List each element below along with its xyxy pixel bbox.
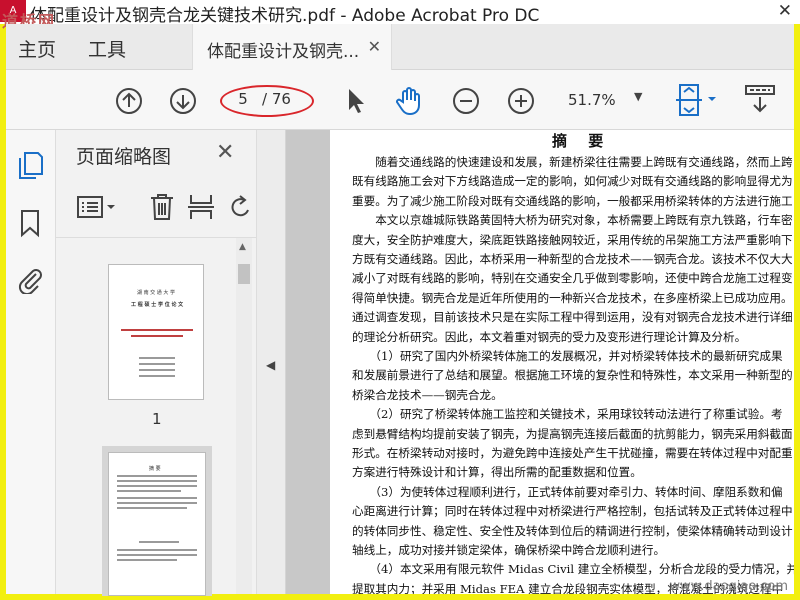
insert-page-icon[interactable] — [186, 192, 216, 222]
select-arrow-icon[interactable] — [344, 86, 368, 116]
thumbnail-options-icon[interactable] — [76, 194, 118, 220]
panel-collapse-strip[interactable]: ◀ — [256, 130, 286, 594]
abstract-line: 度大，安全防护难度大，梁底距铁路接触网较近，采用传统的吊架施工方法严重影响下 — [352, 232, 793, 247]
page-fit-icon[interactable] — [674, 82, 720, 118]
abstract-line: 方案进行特殊设计和计算，得出所需的配重数据和位置。 — [352, 465, 642, 480]
abstract-line: 虑到悬臂结构均提前安装了钢壳，为提高钢壳连接后截面的抗剪能力，钢壳采用斜截面 — [352, 426, 793, 441]
thumbnail-list: 湖 南 交 通 大 学 工 程 硕 士 学 位 论 文 1 摘 要 — [56, 238, 236, 596]
red-highlight-oval — [220, 85, 314, 117]
abstract-line: （3）为使转体过程顺利进行，正式转体前要对牵引力、转体时间、摩阻系数和偏 — [352, 484, 783, 499]
hand-tool-icon[interactable] — [394, 86, 426, 116]
delete-trash-icon[interactable] — [148, 192, 176, 222]
abstract-line: 本文以京雄城际铁路黄固特大桥为研究对象，本桥需要上跨既有京九铁路，行车密 — [352, 213, 793, 228]
watermark-bottom: www.daoqiao.com — [669, 579, 788, 594]
abstract-heading: 摘 要 — [552, 132, 612, 150]
abstract-line: 形式。在桥梁转动对接时，为避免跨中连接处产生干扰碰撞，需要在转体过程中对配重 — [352, 446, 793, 460]
toolbar: 5 / 76 51.7% ▼ — [6, 70, 794, 130]
thumbnail-panel: 页面缩略图 ✕ 湖 南 交 通 大 学 工 程 硕 士 学 位 论 文 1 摘 … — [56, 130, 256, 596]
zoom-out-icon[interactable] — [451, 86, 481, 116]
page-thumbnail-1[interactable]: 湖 南 交 通 大 学 工 程 硕 士 学 位 论 文 — [108, 264, 204, 400]
abstract-line: 的理论分析研究。因此，本文着重对钢壳的受力及变形进行理论计算及分析。 — [352, 329, 747, 344]
abstract-line: 桥梁合龙技术——钢壳合龙。 — [352, 387, 503, 402]
thumbnail-scrollbar[interactable]: ▲ — [236, 238, 252, 594]
thumbnail-toolbar — [56, 182, 256, 238]
abstract-line: 轴线上，成功对接并锁定梁体，确保桥梁中跨合龙顺利进行。 — [352, 543, 666, 557]
zoom-in-icon[interactable] — [506, 86, 536, 116]
document-view[interactable]: 摘 要 随着交通线路的快速建设和发展，新建桥梁往往需要上跨既有交通线路，然而上跨… — [286, 130, 794, 594]
abstract-line: 心距离进行计算；同时在转体过程中对桥梁进行严格控制，包括试转及正式转体过程中 — [352, 504, 793, 519]
page-thumbnail-2: 摘 要 — [108, 452, 206, 596]
tools-tab[interactable]: 工具 — [88, 35, 126, 62]
collapse-left-arrow-icon[interactable]: ◀ — [266, 358, 275, 372]
zoom-dropdown-chevron-icon[interactable]: ▼ — [634, 90, 642, 103]
abstract-line: 既有线路施工会对下方线路造成一定的影响，如何减少对既有交通线路的影响显得尤为 — [352, 174, 793, 189]
title-bar: A 体配重设计及钢壳合龙关键技术研究.pdf - Adobe Acrobat P… — [0, 0, 800, 31]
abstract-line: 得简单快捷。钢壳合龙是近年所使用的一种新兴合龙技术，在多座桥梁上已成功应用。 — [352, 290, 793, 305]
abstract-line: （2）研究了桥梁转体施工监控和关键技术，采用球铰转动法进行了称重试验。考 — [352, 407, 783, 422]
document-tab[interactable]: 体配重设计及钢壳... ✕ — [192, 24, 392, 70]
thumbnail-page-number: 1 — [152, 410, 162, 428]
home-tab[interactable]: 主页 — [18, 35, 56, 62]
abstract-line: 重要。为了减少施工阶段对既有交通线路的影响，一般都采用桥梁转体的方法进行施工 — [352, 193, 793, 208]
bookmark-icon[interactable] — [18, 208, 42, 238]
next-page-icon[interactable] — [168, 86, 198, 116]
attachment-paperclip-icon[interactable] — [16, 264, 44, 294]
pdf-page: 摘 要 随着交通线路的快速建设和发展，新建桥梁往往需要上跨既有交通线路，然而上跨… — [330, 130, 794, 594]
rotate-page-icon[interactable] — [228, 194, 252, 220]
abstract-line: 和发展前景进行了总结和展望。根据施工环境的复杂性和特殊性，本文采用一种新型的 — [352, 368, 793, 383]
scroll-up-arrow-icon[interactable]: ▲ — [239, 242, 246, 252]
page-thumbnail-2-selected[interactable]: 摘 要 — [102, 446, 212, 596]
zoom-level-field[interactable]: 51.7% — [568, 91, 616, 109]
abstract-line: 随着交通线路的快速建设和发展，新建桥梁往往需要上跨既有交通线路，然而上跨 — [352, 155, 793, 169]
window-close-button[interactable]: ✕ — [778, 1, 792, 21]
abstract-line: 通过调查发现，目前该技术只是在实际工程中得到运用，没有对钢壳合龙技术进行详细 — [352, 310, 793, 325]
main-nav-bar: 主页 工具 体配重设计及钢壳... ✕ — [6, 24, 794, 70]
document-tab-label: 体配重设计及钢壳... — [207, 42, 360, 62]
scrollbar-thumb[interactable] — [238, 264, 250, 284]
abstract-line: 方既有交通线路。因此，本桥采用一种新型的合龙技术——钢壳合龙。该技术不仅大大 — [352, 252, 793, 266]
scroll-mode-icon[interactable] — [742, 82, 778, 118]
window-title: 体配重设计及钢壳合龙关键技术研究.pdf - Adobe Acrobat Pro… — [30, 6, 540, 26]
page-thumbnails-icon[interactable] — [16, 150, 44, 180]
thumbnail-panel-close-button[interactable]: ✕ — [216, 140, 234, 165]
document-tab-close-button[interactable]: ✕ — [368, 37, 381, 56]
abstract-line: （1）研究了国内外桥梁转体施工的发展概况，并对桥梁转体技术的最新研究成果 — [352, 349, 783, 363]
thumbnail-panel-title: 页面缩略图 — [76, 146, 172, 168]
abstract-line: 的转体同步性、稳定性、安全性及转体到位后的精调进行控制，使梁体精确转动到设计 — [352, 523, 793, 538]
left-rail — [6, 130, 56, 594]
prev-page-icon[interactable] — [114, 86, 144, 116]
abstract-line: 减小了对既有线路的影响，特别在交通安全几乎做到零影响，还使中跨合龙施工过程变 — [352, 271, 793, 286]
abstract-line: （4）本文采用有限元软件 Midas Civil 建立全桥模型，分析合龙段的受力… — [352, 562, 794, 577]
